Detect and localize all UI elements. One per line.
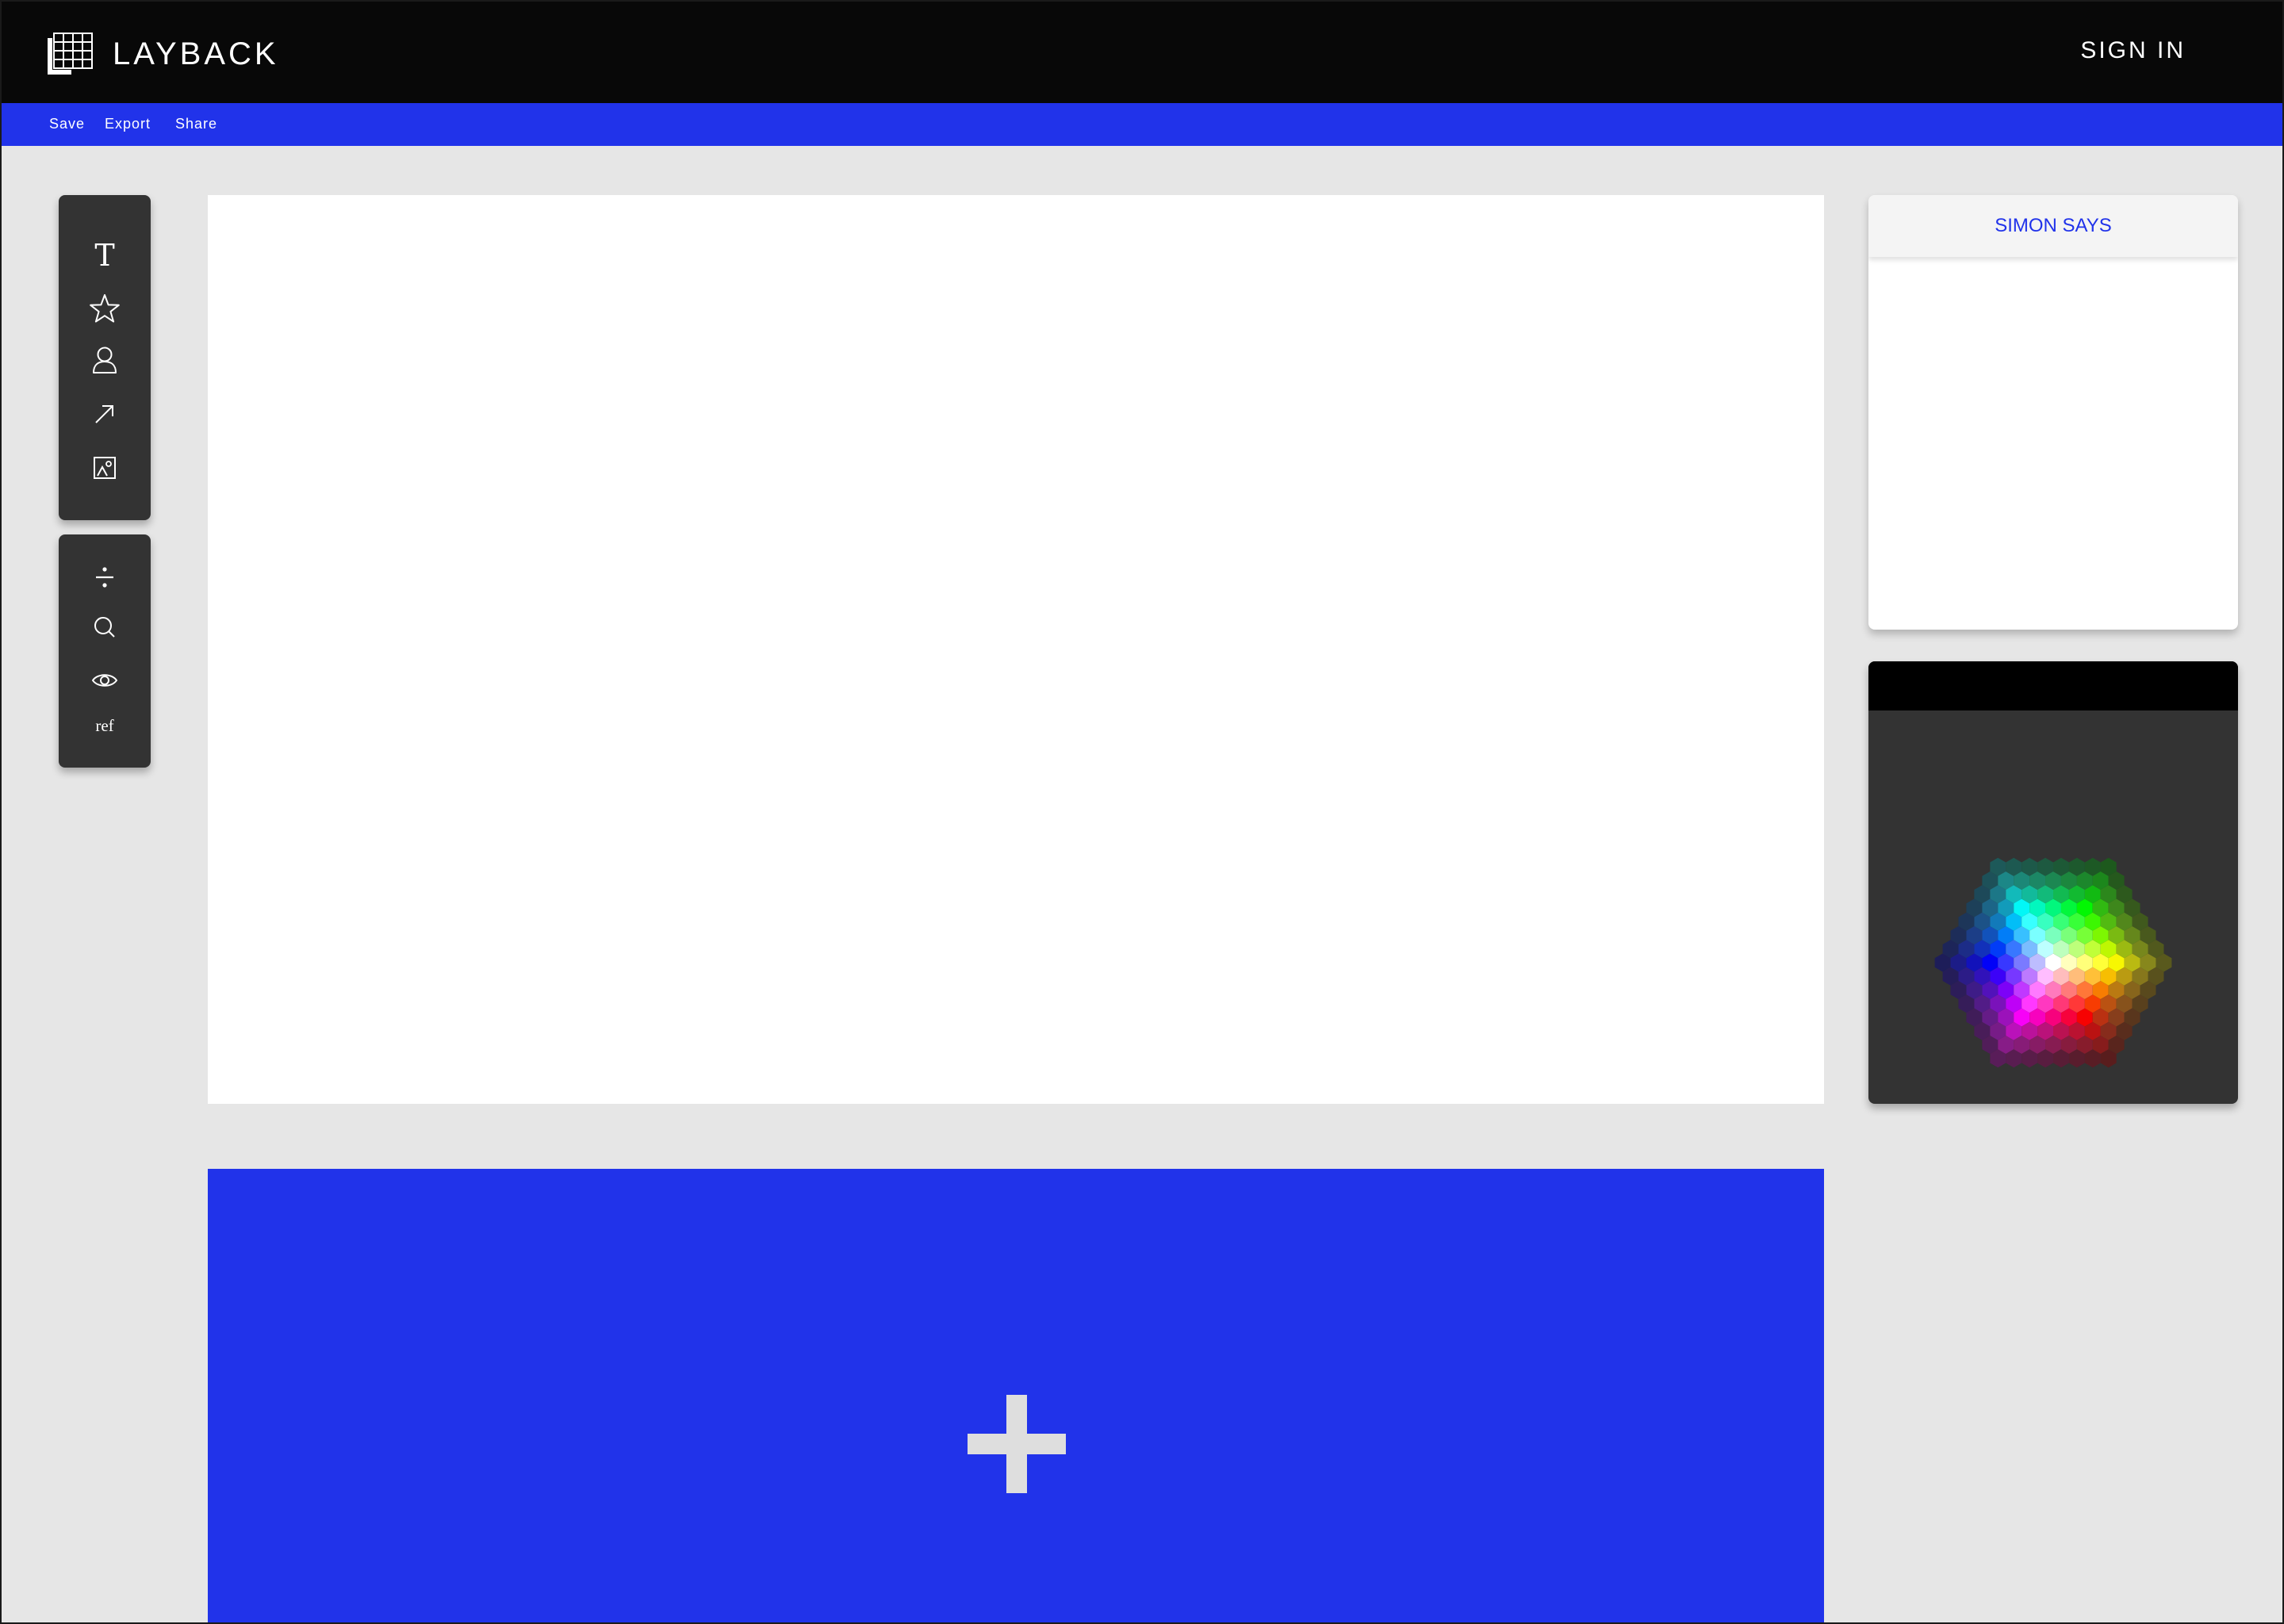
brand-name: LAYBACK bbox=[113, 36, 279, 71]
eye-icon bbox=[91, 674, 118, 687]
save-button[interactable]: Save bbox=[49, 114, 85, 133]
color-hex-grid[interactable] bbox=[1868, 661, 2238, 1104]
divide-tool-button[interactable] bbox=[59, 555, 151, 599]
sign-in-link[interactable]: SIGN IN bbox=[2080, 33, 2186, 68]
app-window: LAYBACK SIGN IN Save Export Share T ref … bbox=[0, 0, 2284, 1624]
simon-says-panel: SIMON SAYS bbox=[1868, 195, 2238, 630]
person-icon bbox=[93, 347, 117, 373]
image-tool-button[interactable] bbox=[59, 446, 151, 490]
add-page-button[interactable] bbox=[208, 1169, 1824, 1622]
color-picker-panel bbox=[1868, 661, 2238, 1104]
reference-tool-button[interactable]: ref bbox=[59, 703, 151, 748]
arrow-icon bbox=[95, 405, 113, 423]
action-bar: Save Export Share bbox=[2, 103, 2282, 146]
search-tool-button[interactable] bbox=[59, 605, 151, 649]
text-icon: T bbox=[94, 238, 115, 273]
top-bar: LAYBACK SIGN IN bbox=[2, 2, 2282, 103]
image-icon bbox=[94, 457, 116, 479]
insert-tools-panel: T bbox=[59, 195, 151, 520]
view-tools-panel: ref bbox=[59, 534, 151, 768]
layback-logo-icon bbox=[48, 33, 93, 75]
person-tool-button[interactable] bbox=[59, 338, 151, 382]
drawing-canvas[interactable] bbox=[208, 195, 1824, 1104]
simon-says-title: SIMON SAYS bbox=[1868, 195, 2238, 257]
divide-icon bbox=[96, 567, 113, 588]
plus-icon-vertical bbox=[1006, 1395, 1027, 1493]
share-button[interactable]: Share bbox=[175, 114, 217, 133]
eye-tool-button[interactable] bbox=[59, 658, 151, 703]
search-icon bbox=[94, 617, 115, 638]
export-button[interactable]: Export bbox=[105, 114, 151, 133]
ref-label: ref bbox=[95, 715, 114, 735]
arrow-tool-button[interactable] bbox=[59, 392, 151, 436]
star-icon bbox=[90, 294, 120, 323]
text-tool-button[interactable]: T bbox=[59, 233, 151, 278]
star-tool-button[interactable] bbox=[59, 286, 151, 331]
